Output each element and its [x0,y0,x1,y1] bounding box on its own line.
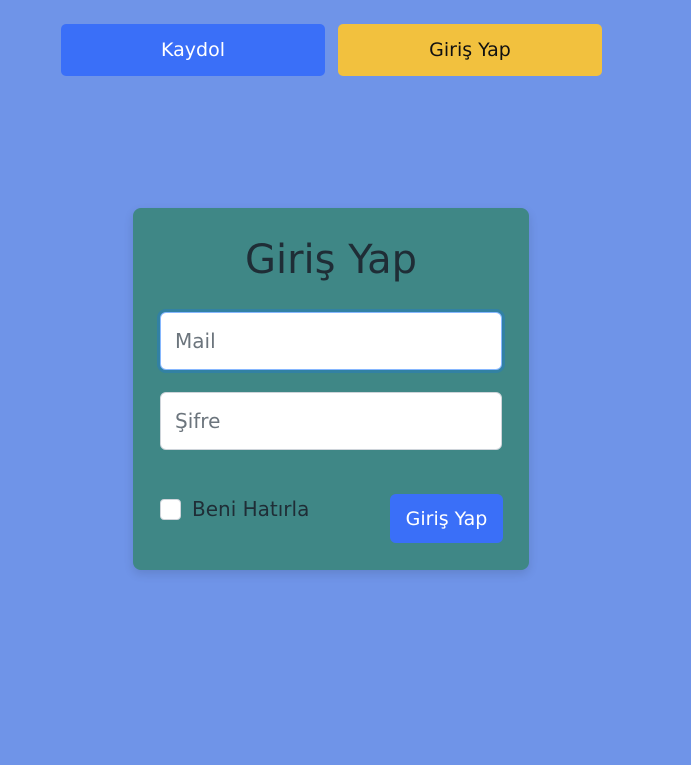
remember-me[interactable]: Beni Hatırla [160,497,309,521]
mail-input[interactable] [160,312,502,370]
password-input[interactable] [160,392,502,450]
remember-checkbox[interactable] [160,498,181,520]
login-nav-button[interactable]: Giriş Yap [338,24,602,76]
login-card: Giriş Yap Beni Hatırla Giriş Yap [133,208,529,570]
remember-label: Beni Hatırla [192,497,310,521]
login-submit-button[interactable]: Giriş Yap [390,494,503,543]
register-button[interactable]: Kaydol [61,24,325,76]
login-title: Giriş Yap [244,237,418,283]
